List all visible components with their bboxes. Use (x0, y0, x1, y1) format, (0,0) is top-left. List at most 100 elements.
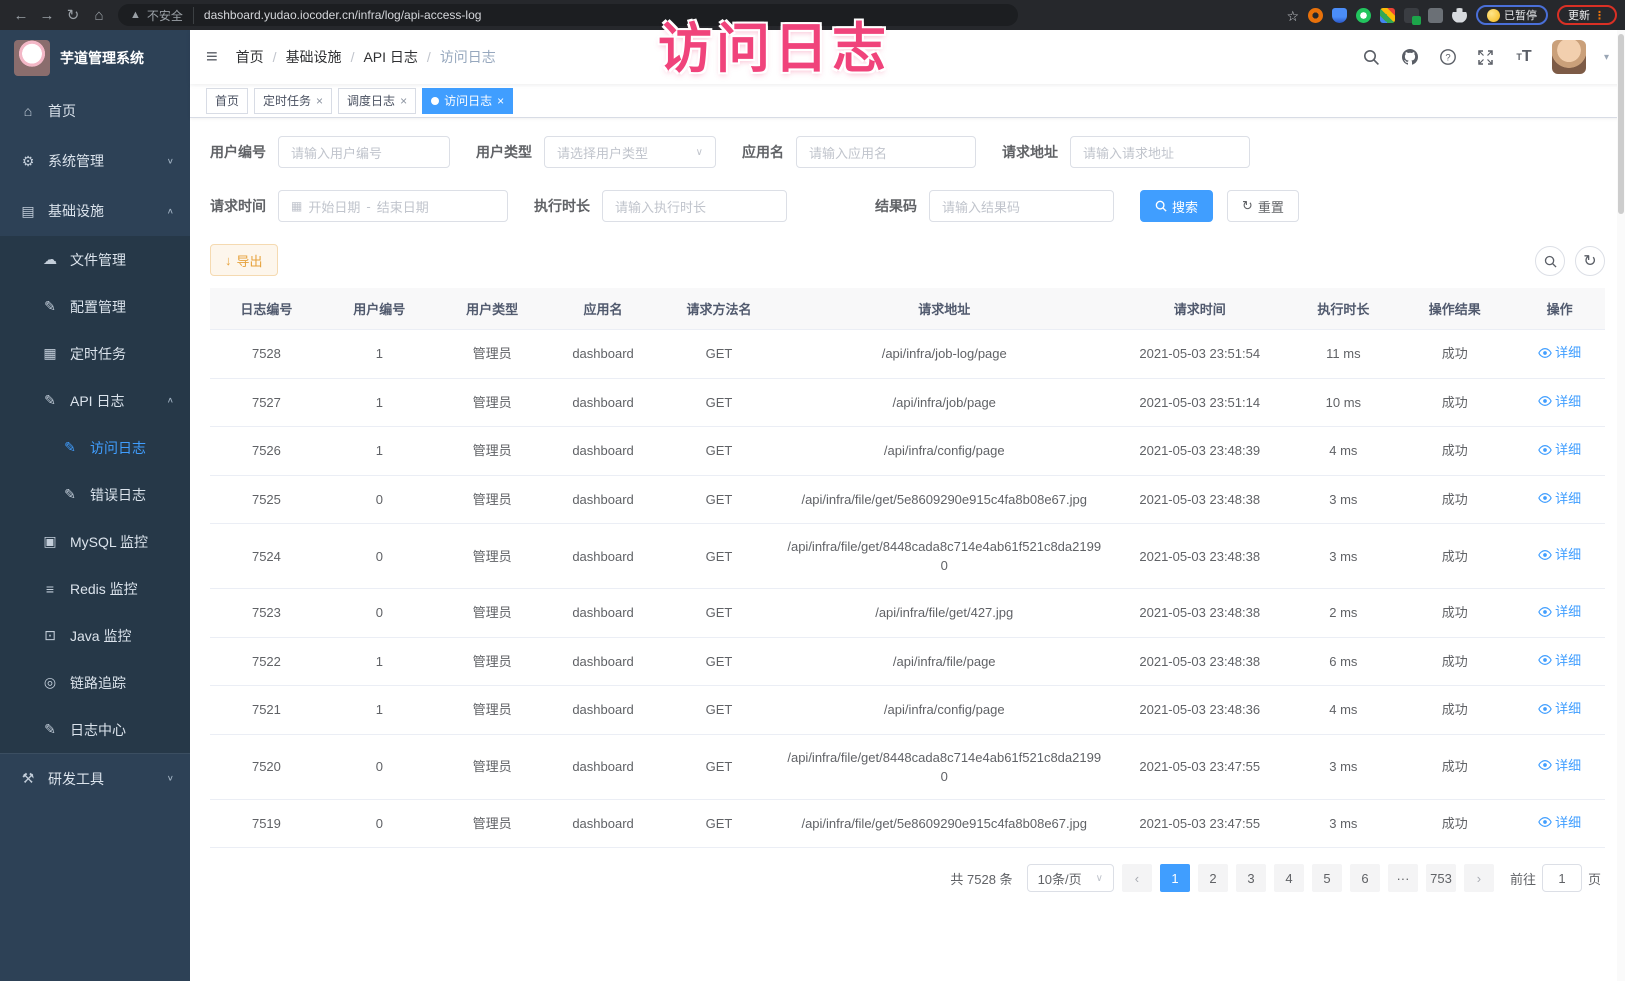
cell-result: 成功 (1395, 427, 1514, 476)
sidebar-item-7[interactable]: ✎访问日志 (0, 424, 190, 471)
detail-link[interactable]: 详细 (1538, 699, 1581, 718)
page-size-select[interactable]: 10条/页 ∨ (1027, 864, 1114, 892)
user-avatar[interactable] (1552, 40, 1586, 74)
tab-label: 访问日志 (444, 92, 492, 109)
page-button-753[interactable]: 753 (1426, 864, 1456, 892)
sidebar-item-0[interactable]: ⌂首页 (0, 86, 190, 136)
table-header-row: 日志编号用户编号用户类型应用名请求方法名请求地址请求时间执行时长操作结果操作 (210, 288, 1605, 330)
detail-link[interactable]: 详细 (1538, 602, 1581, 621)
page-button-4[interactable]: 4 (1274, 864, 1304, 892)
github-icon[interactable] (1400, 47, 1420, 67)
browser-forward-icon[interactable]: → (34, 7, 60, 24)
page-button-6[interactable]: 6 (1350, 864, 1380, 892)
tab-定时任务[interactable]: 定时任务× (254, 88, 332, 114)
cell-method: GET (657, 524, 780, 589)
browser-update-button[interactable]: 更新 ⋮ (1557, 5, 1617, 25)
page-button-3[interactable]: 3 (1236, 864, 1266, 892)
browser-menu-icon[interactable]: ⋮ (1594, 9, 1606, 22)
sidebar-item-label: API 日志 (70, 391, 124, 411)
refresh-table-button[interactable]: ↻ (1575, 246, 1605, 276)
browser-home-icon[interactable]: ⌂ (86, 7, 112, 24)
extension-icon[interactable] (1356, 8, 1371, 23)
breadcrumb-item[interactable]: 基础设施 (286, 47, 342, 67)
app-name-input[interactable]: 请输入应用名 (796, 136, 976, 168)
sidebar-item-14[interactable]: ⚒研发工具∨ (0, 753, 190, 803)
tab-首页[interactable]: 首页 (206, 88, 248, 114)
page-scrollbar[interactable] (1617, 30, 1625, 981)
sidebar-item-9[interactable]: ▣MySQL 监控 (0, 518, 190, 565)
breadcrumb-item[interactable]: API 日志 (363, 47, 417, 67)
user-caret-icon[interactable]: ▾ (1604, 52, 1609, 63)
export-button[interactable]: ↓ 导出 (210, 244, 278, 276)
sidebar-item-8[interactable]: ✎错误日志 (0, 471, 190, 518)
sidebar-item-2[interactable]: ▤基础设施∧ (0, 186, 190, 236)
request-url-input[interactable]: 请输入请求地址 (1070, 136, 1250, 168)
user-id-input[interactable]: 请输入用户编号 (278, 136, 450, 168)
sidebar-item-12[interactable]: ◎链路追踪 (0, 659, 190, 706)
sidebar-item-13[interactable]: ✎日志中心 (0, 706, 190, 753)
help-icon[interactable]: ? (1438, 47, 1458, 67)
detail-link[interactable]: 详细 (1538, 545, 1581, 564)
sidebar-item-3[interactable]: ☁文件管理 (0, 236, 190, 283)
detail-link[interactable]: 详细 (1538, 651, 1581, 670)
tab-调度日志[interactable]: 调度日志× (338, 88, 416, 114)
detail-link[interactable]: 详细 (1538, 489, 1581, 508)
extension-icon[interactable] (1428, 8, 1443, 23)
app-logo[interactable]: 芋道管理系统 (0, 30, 190, 86)
tag-tabs-bar: 首页定时任务×调度日志× 访问日志 × (190, 84, 1625, 118)
extensions-puzzle-icon[interactable] (1452, 8, 1467, 23)
user-type-select[interactable]: 请选择用户类型∨ (544, 136, 716, 168)
page-button-1[interactable]: 1 (1160, 864, 1190, 892)
close-tab-icon[interactable]: × (316, 94, 323, 108)
next-page-button[interactable]: › (1464, 864, 1494, 892)
sidebar-item-11[interactable]: ⊡Java 监控 (0, 612, 190, 659)
close-tab-icon[interactable]: × (400, 94, 407, 108)
address-bar[interactable]: ▲ 不安全 dashboard.yudao.iocoder.cn/infra/l… (118, 4, 1018, 26)
cell-request-time: 2021-05-03 23:47:55 (1108, 734, 1291, 799)
duration-input[interactable]: 请输入执行时长 (602, 190, 787, 222)
sidebar-item-5[interactable]: ▦定时任务 (0, 330, 190, 377)
breadcrumb-item[interactable]: 首页 (236, 47, 264, 67)
sidebar-item-4[interactable]: ✎配置管理 (0, 283, 190, 330)
font-size-icon[interactable]: TT (1514, 47, 1534, 67)
breadcrumb-separator: / (351, 49, 355, 65)
profile-paused-badge[interactable]: 已暂停 (1476, 5, 1548, 25)
browser-back-icon[interactable]: ← (8, 7, 34, 24)
cell-user-id: 0 (323, 589, 436, 638)
result-code-input[interactable]: 请输入结果码 (929, 190, 1114, 222)
page-button-2[interactable]: 2 (1198, 864, 1228, 892)
bookmark-star-icon[interactable]: ☆ (1286, 8, 1299, 23)
extension-icon[interactable] (1404, 8, 1419, 23)
extension-icon[interactable] (1332, 8, 1347, 23)
sidebar-item-10[interactable]: ≡Redis 监控 (0, 565, 190, 612)
search-icon[interactable] (1362, 47, 1382, 67)
more-pages-button[interactable]: ··· (1388, 864, 1418, 892)
request-time-range-picker[interactable]: ▦ 开始日期 - 结束日期 (278, 190, 508, 222)
detail-link[interactable]: 详细 (1538, 343, 1581, 362)
detail-link[interactable]: 详细 (1538, 440, 1581, 459)
search-button[interactable]: 搜索 (1140, 190, 1213, 222)
tab-访问日志[interactable]: 访问日志 × (422, 88, 513, 114)
prev-page-button[interactable]: ‹ (1122, 864, 1152, 892)
goto-page-input[interactable]: 1 (1542, 864, 1582, 892)
toggle-search-button[interactable] (1535, 246, 1565, 276)
fullscreen-icon[interactable] (1476, 47, 1496, 67)
sidebar-item-6[interactable]: ✎API 日志∧ (0, 377, 190, 424)
page-button-5[interactable]: 5 (1312, 864, 1342, 892)
extension-icon[interactable] (1308, 8, 1323, 23)
cell-app-name: dashboard (549, 589, 658, 638)
cell-user-id: 1 (323, 378, 436, 427)
detail-link[interactable]: 详细 (1538, 392, 1581, 411)
cell-result: 成功 (1395, 799, 1514, 848)
detail-link[interactable]: 详细 (1538, 813, 1581, 832)
sidebar-item-1[interactable]: ⚙系统管理∨ (0, 136, 190, 186)
browser-reload-icon[interactable]: ↻ (60, 6, 86, 24)
cell-app-name: dashboard (549, 686, 658, 735)
reset-button[interactable]: ↻ 重置 (1227, 190, 1299, 222)
hamburger-icon[interactable]: ≡ (206, 46, 218, 69)
cell-actions: 详细 (1514, 378, 1605, 427)
detail-link[interactable]: 详细 (1538, 756, 1581, 775)
cell-user-type: 管理员 (436, 637, 549, 686)
close-tab-icon[interactable]: × (497, 94, 504, 108)
extension-icon[interactable] (1380, 8, 1395, 23)
